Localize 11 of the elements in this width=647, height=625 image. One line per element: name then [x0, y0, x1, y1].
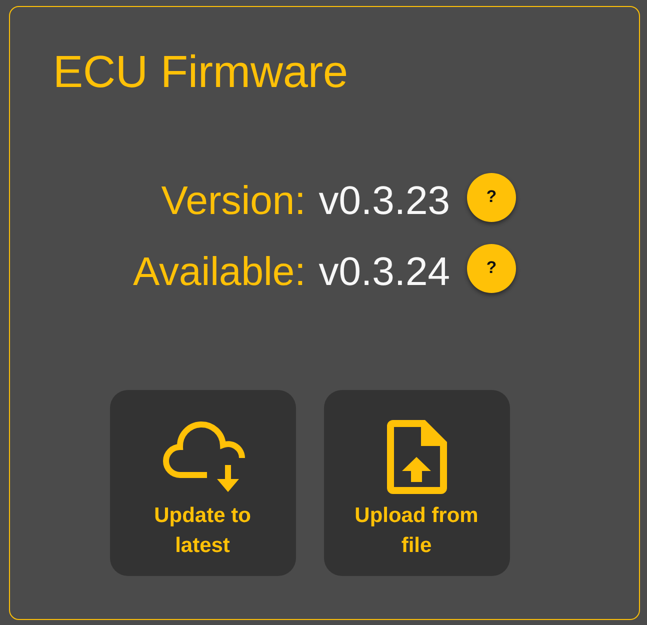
version-label: Version: [161, 178, 306, 225]
cloud-download-icon [160, 420, 244, 492]
file-upload-icon [386, 420, 446, 494]
version-value: v0.3.24 [318, 249, 450, 296]
version-label: Available: [133, 249, 306, 296]
panel-title: ECU Firmware [53, 45, 348, 99]
help-button[interactable]: ? [466, 172, 516, 222]
update-button[interactable]: Update to latest [110, 390, 296, 576]
upload-button[interactable]: Upload from file [324, 390, 510, 576]
version-value: v0.3.23 [318, 178, 450, 225]
help-button[interactable]: ? [466, 244, 516, 292]
